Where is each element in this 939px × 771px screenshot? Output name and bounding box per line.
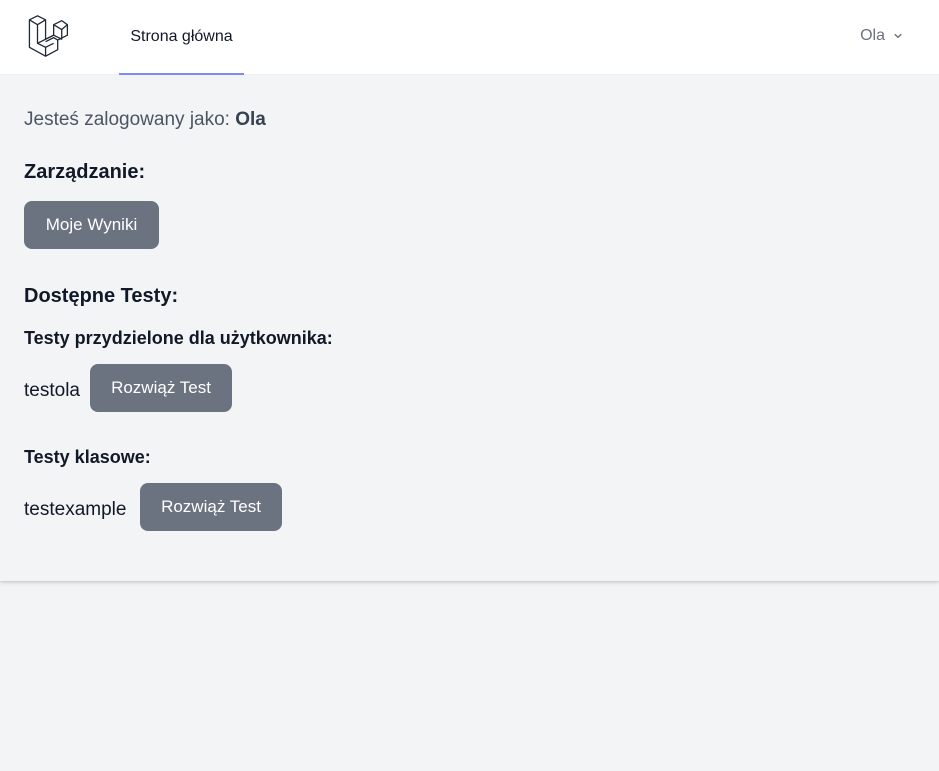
management-heading: Zarządzanie:: [24, 161, 146, 183]
solve-test-button[interactable]: Rozwiąż Test: [90, 364, 232, 412]
available-tests-heading: Dostępne Testy:: [24, 285, 179, 307]
logged-in-user: Ola: [235, 109, 266, 130]
chevron-down-icon: [894, 33, 902, 39]
test-name: testola: [24, 380, 80, 401]
user-name: Ola: [860, 27, 885, 44]
laravel-logo-icon[interactable]: [27, 15, 69, 57]
user-tests-heading: Testy przydzielone dla użytkownika:: [24, 328, 333, 348]
nav-link-home[interactable]: Strona główna: [119, 0, 244, 75]
my-results-button[interactable]: Moje Wyniki: [24, 201, 159, 249]
solve-test-button[interactable]: Rozwiąż Test: [140, 483, 282, 531]
test-name: testexample: [24, 499, 127, 520]
logged-in-status: Jesteś zalogowany jako: Ola: [24, 109, 266, 131]
top-navigation: Strona główna Ola: [0, 0, 939, 75]
logged-in-prefix: Jesteś zalogowany jako:: [24, 109, 230, 130]
class-tests-heading: Testy klasowe:: [24, 447, 151, 467]
user-dropdown[interactable]: Ola: [860, 22, 905, 50]
